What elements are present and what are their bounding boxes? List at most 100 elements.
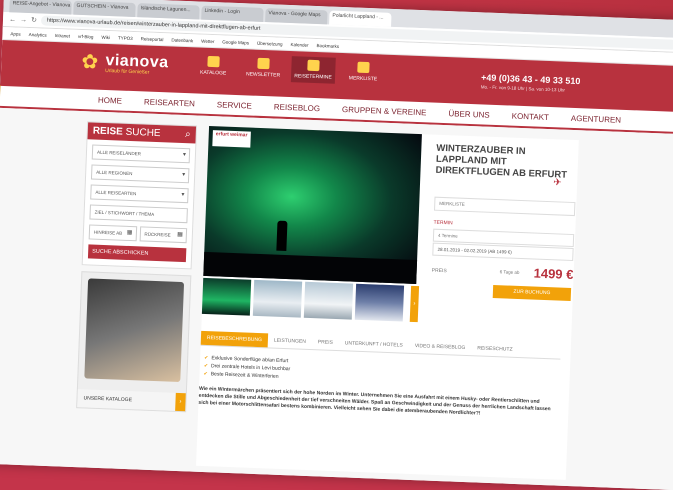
forward-icon[interactable]: →: [20, 16, 27, 23]
nav-item-reisearten[interactable]: REISEARTEN: [144, 97, 195, 108]
bookmark[interactable]: Apps: [10, 31, 20, 36]
opening-hours: Mo. - Fr. von 9-18 Uhr | Sa. von 10-13 U…: [480, 84, 566, 93]
tab-leistungen[interactable]: LEISTUNGEN: [268, 333, 312, 349]
chevron-down-icon: ▾: [181, 191, 185, 199]
merkliste-button[interactable]: MERKLISTE: [433, 196, 576, 217]
keyword-input[interactable]: ZIEL / STICHWORT / THEMA: [89, 204, 188, 224]
header-item-label: KATALOGE: [199, 69, 227, 77]
envelope-icon: [257, 57, 270, 70]
check-icon: ✔: [203, 362, 209, 370]
tab-video[interactable]: VIDEO & REISEBLOG: [408, 339, 471, 355]
date-from-input[interactable]: HINREISE AB ▦: [88, 224, 137, 242]
arrow-right-icon[interactable]: ›: [175, 392, 186, 412]
header-item-reisetermine[interactable]: REISETERMINE: [290, 56, 336, 84]
bookmark[interactable]: Datenbank: [171, 37, 193, 43]
thumbnail[interactable]: [303, 281, 354, 320]
search-header: REISE SUCHE ⌕: [87, 122, 197, 144]
description-text: Wie ein Wintermärchen präsentiert sich d…: [198, 385, 551, 417]
bookmark[interactable]: Analytics: [29, 31, 47, 37]
catalog-label-text: UNSERE KATALOGE: [83, 395, 133, 404]
page-content: REISE SUCHE ⌕ ALLE REISELÄNDER ▾ ALLE REG…: [0, 107, 673, 490]
tab-unterkunft[interactable]: UNTERKUNFT / HOTELS: [339, 336, 409, 353]
select-value: ALLE REISELÄNDER: [96, 149, 142, 157]
select-value: ALLE REISEARTEN: [95, 189, 137, 197]
catalog-icon: [207, 55, 220, 68]
bookmark[interactable]: Intranet: [55, 32, 70, 38]
calendar-icon: ▦: [177, 231, 183, 239]
list-item-text: Beste Reisezeit & Winterferien: [210, 371, 279, 380]
bookmark[interactable]: TYPO3: [118, 35, 133, 41]
browser-tab[interactable]: Isländische Lagunen...: [137, 3, 200, 20]
price-label: PREIS: [431, 267, 447, 275]
bookmark[interactable]: Kalender: [291, 42, 309, 48]
search-title-bold: REISE: [92, 125, 124, 138]
aurora-hero-image[interactable]: erfurt weimar: [203, 125, 422, 285]
bookmark[interactable]: vrf-Blog: [78, 33, 94, 39]
bookmark[interactable]: Bookmarks: [317, 43, 340, 49]
header-item-label: MERKLISTE: [348, 75, 378, 83]
browser-tab[interactable]: Linkedin - Login: [201, 5, 264, 22]
highlights-list: ✔ Exklusive Sonderflüge ab/an Erfurt ✔ Dre…: [203, 354, 290, 381]
date-from-label: HINREISE AB: [93, 229, 123, 236]
travel-type-select[interactable]: ALLE REISEARTEN ▾: [90, 184, 189, 204]
price-note: 6 Tage ab: [499, 269, 520, 275]
thumbnail[interactable]: [201, 277, 252, 316]
star-list-icon: [357, 61, 370, 74]
browser-tab-active[interactable]: Polarlicht Lappland - ...: [329, 10, 392, 27]
bookmark[interactable]: Wiki: [101, 34, 110, 39]
check-icon: ✔: [204, 354, 209, 362]
nav-item-service[interactable]: SERVICE: [217, 100, 252, 110]
plane-icon: ✈: [552, 177, 562, 189]
thumbnail-strip: [201, 277, 405, 322]
tab-reiseschutz[interactable]: REISESCHUTZ: [471, 341, 519, 357]
date-row: HINREISE AB ▦ RÜCKREISE ▦: [88, 224, 188, 244]
nav-item-agenturen[interactable]: AGENTUREN: [571, 113, 622, 124]
offer-detail: erfurt weimar › WINTERZAUBER IN LAPPLAND…: [196, 125, 579, 480]
travel-search-box: REISE SUCHE ⌕ ALLE REISELÄNDER ▾ ALLE REG…: [81, 121, 198, 270]
next-arrow-icon[interactable]: ›: [409, 285, 420, 323]
calendar-icon: ▦: [126, 229, 133, 237]
nav-item-ueber-uns[interactable]: ÜBER UNS: [448, 109, 490, 120]
check-icon: ✔: [203, 370, 208, 378]
nav-item-kontakt[interactable]: KONTAKT: [512, 111, 550, 121]
nav-item-reiseblog[interactable]: REISEBLOG: [274, 102, 321, 113]
bookmark[interactable]: Übersetzung: [257, 40, 283, 46]
flower-logo-icon: ✿: [81, 51, 99, 74]
header-item-label: REISETERMINE: [294, 73, 332, 81]
bookmark[interactable]: Wetter: [201, 38, 214, 44]
chevron-down-icon: ▾: [182, 171, 186, 179]
bookmark[interactable]: Google Maps: [222, 39, 249, 45]
header-nav: KATALOGE NEWSLETTER REISETERMINE MERKLIS…: [191, 55, 386, 85]
reload-icon[interactable]: ↻: [31, 16, 37, 24]
bookmark[interactable]: Reiseportal: [141, 36, 164, 42]
search-submit-button[interactable]: SUCHE ABSCHICKEN: [87, 244, 187, 263]
chevron-down-icon: ▾: [182, 151, 187, 159]
nav-item-gruppen[interactable]: GRUPPEN & VEREINE: [342, 105, 427, 117]
catalog-teaser[interactable]: UNSERE KATALOGE ›: [76, 271, 192, 413]
catalog-label: UNSERE KATALOGE ›: [77, 389, 186, 412]
header-item-newsletter[interactable]: NEWSLETTER: [241, 57, 286, 82]
site-logo[interactable]: ✿ vianova Urlaub für Genießer: [81, 51, 169, 76]
calendar-icon: [307, 59, 320, 72]
phone-number[interactable]: +49 (0)36 43 - 49 33 510 Mo. - Fr. von 9…: [481, 72, 581, 93]
termin-label: TERMIN: [433, 219, 453, 227]
date-to-input[interactable]: RÜCKREISE ▦: [139, 226, 188, 244]
browser-window: REISE-Angebot - Vianova GUTSCHEIN - Vian…: [0, 0, 673, 490]
region-select[interactable]: ALLE REGIONEN ▾: [90, 164, 190, 184]
price-value: 1499 €: [533, 265, 574, 283]
browser-tab[interactable]: Vianova - Google Maps: [265, 8, 328, 25]
browser-tab[interactable]: GUTSCHEIN - Vianova: [73, 0, 136, 18]
back-icon[interactable]: ←: [9, 16, 16, 23]
offer-title: WINTERZAUBER IN LAPPLAND MIT DIREKTFLUGE…: [435, 142, 568, 181]
thumbnail[interactable]: [252, 279, 303, 318]
header-item-merkliste[interactable]: MERKLISTE: [341, 61, 386, 86]
tab-preis[interactable]: PREIS: [312, 335, 340, 350]
header-item-kataloge[interactable]: KATALOGE: [191, 55, 236, 80]
tab-reisebeschreibung[interactable]: REISEBESCHREIBUNG: [200, 330, 269, 348]
nav-item-home[interactable]: HOME: [98, 95, 122, 105]
book-button[interactable]: ZUR BUCHUNG: [492, 284, 572, 301]
country-select[interactable]: ALLE REISELÄNDER ▾: [91, 144, 191, 164]
thumbnail[interactable]: [354, 283, 405, 322]
header-item-label: NEWSLETTER: [245, 71, 281, 79]
browser-tab[interactable]: REISE-Angebot - Vianova: [9, 0, 72, 15]
